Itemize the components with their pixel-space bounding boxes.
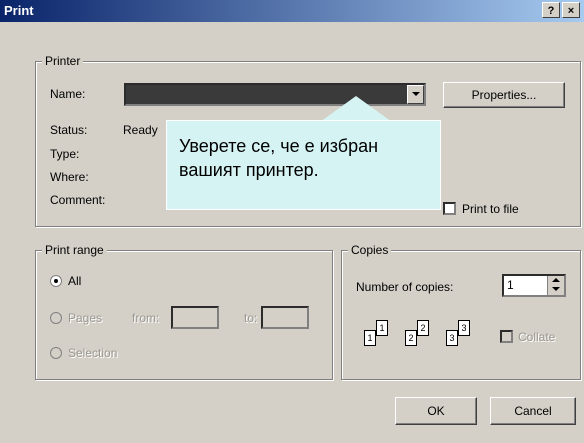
page-icon: 1 [376, 320, 388, 336]
pages-label[interactable]: Pages [68, 311, 102, 325]
page-icon: 3 [446, 330, 458, 346]
comment-label: Comment: [50, 193, 106, 207]
ok-button[interactable]: OK [395, 397, 477, 425]
printer-name-dropdown-button[interactable] [407, 85, 424, 104]
page-icon: 2 [405, 330, 417, 346]
copies-value: 1 [507, 278, 514, 292]
cancel-button[interactable]: Cancel [490, 397, 576, 425]
page-icon: 1 [364, 330, 376, 346]
chevron-down-icon [412, 92, 420, 96]
number-of-copies-label: Number of copies: [356, 280, 454, 294]
help-button[interactable]: ? [542, 2, 560, 18]
copies-group: Copies [341, 243, 581, 380]
to-label: to: [244, 311, 258, 325]
page-icon: 2 [417, 320, 429, 336]
all-radio[interactable] [50, 275, 62, 287]
type-label: Type: [50, 147, 80, 161]
selection-radio[interactable] [50, 347, 62, 359]
to-page-input[interactable] [261, 306, 309, 329]
copies-spinner[interactable]: 1 [502, 274, 566, 297]
print-range-legend: Print range [42, 243, 107, 257]
radio-selected-dot [54, 279, 58, 283]
from-label: from: [132, 311, 160, 325]
copies-legend: Copies [348, 243, 392, 257]
print-dialog: Print ? × Printer Name: Properties... St… [0, 0, 584, 443]
name-label: Name: [50, 87, 86, 101]
where-label: Where: [50, 170, 89, 184]
spin-up-icon[interactable] [552, 278, 560, 282]
properties-button[interactable]: Properties... [443, 82, 565, 108]
callout-line-2: вашият принтер. [179, 160, 319, 180]
pages-radio[interactable] [50, 312, 62, 324]
all-label[interactable]: All [68, 274, 81, 288]
spin-down-icon[interactable] [552, 287, 560, 291]
collate-checkbox[interactable] [500, 330, 513, 343]
selection-label[interactable]: Selection [68, 346, 117, 360]
copies-spin-buttons[interactable] [547, 276, 564, 295]
printer-group-legend: Printer [42, 54, 84, 68]
collate-label[interactable]: Collate [518, 330, 555, 344]
callout-pointer [320, 96, 392, 122]
from-page-input[interactable] [171, 306, 219, 329]
status-label: Status: [50, 123, 88, 137]
title-bar[interactable]: Print ? × [0, 0, 584, 22]
window-title: Print [4, 3, 34, 18]
print-to-file-checkbox[interactable] [443, 202, 456, 215]
print-to-file-label[interactable]: Print to file [462, 202, 519, 216]
callout-line-1: Уверете се, че е избран [179, 136, 379, 156]
status-value: Ready [123, 123, 158, 137]
close-button[interactable]: × [562, 2, 580, 18]
page-icon: 3 [458, 320, 470, 336]
instruction-callout: Уверете се, че е избран вашият принтер. [166, 120, 441, 210]
